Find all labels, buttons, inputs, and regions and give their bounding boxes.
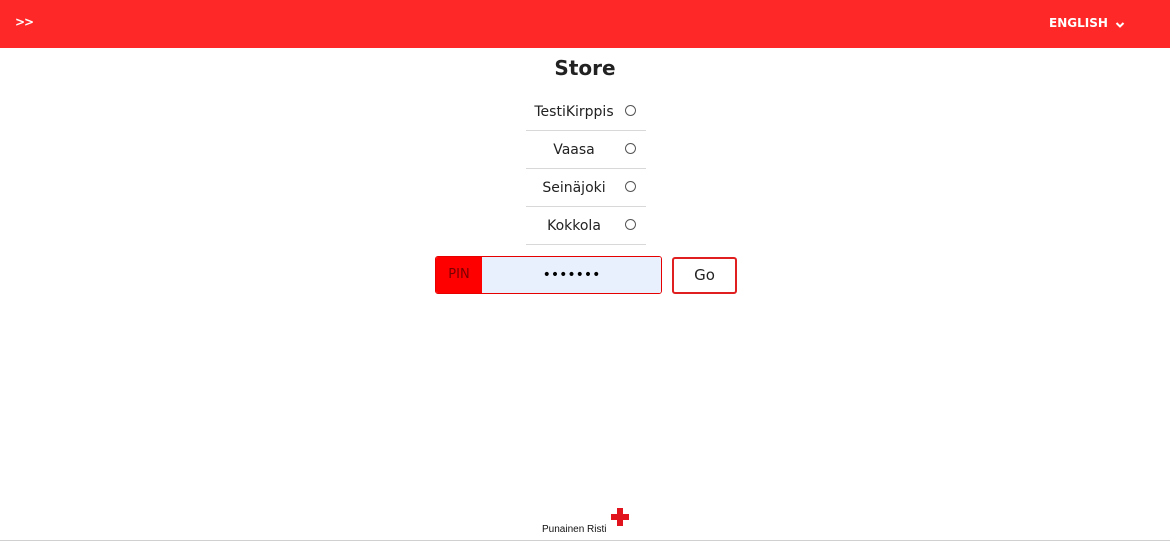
punainen-risti-logo: Punainen Risti (542, 507, 634, 537)
pin-input-group: PIN (435, 256, 662, 294)
store-radio[interactable] (625, 105, 636, 116)
pin-field[interactable] (482, 257, 661, 293)
store-option-label: Vaasa (553, 142, 595, 158)
pin-label: PIN (436, 257, 482, 293)
page-title: Store (554, 56, 616, 80)
store-option-testikirppis[interactable]: TestiKirppis (526, 93, 646, 131)
menu-toggle-button[interactable]: >> (15, 14, 34, 30)
store-option-label: Kokkola (547, 218, 601, 234)
top-bar: >> ENGLISH (0, 0, 1170, 48)
store-option-vaasa[interactable]: Vaasa (526, 131, 646, 169)
store-option-label: Seinäjoki (542, 180, 606, 196)
chevron-down-icon (1115, 18, 1125, 28)
store-radio[interactable] (625, 181, 636, 192)
store-option-label: TestiKirppis (534, 104, 614, 120)
red-cross-icon (610, 507, 630, 527)
logo-text: Punainen Risti (542, 524, 607, 535)
divider (0, 540, 1170, 541)
store-list: TestiKirppis Vaasa Seinäjoki Kokkola (526, 93, 646, 245)
go-button[interactable]: Go (672, 257, 737, 294)
page: >> ENGLISH Store TestiKirppis Vaasa Sein… (0, 0, 1170, 543)
store-radio[interactable] (625, 219, 636, 230)
store-option-seinajoki[interactable]: Seinäjoki (526, 169, 646, 207)
language-label: ENGLISH (1049, 16, 1108, 30)
store-radio[interactable] (625, 143, 636, 154)
store-option-kokkola[interactable]: Kokkola (526, 207, 646, 245)
language-selector[interactable]: ENGLISH (1049, 15, 1125, 31)
